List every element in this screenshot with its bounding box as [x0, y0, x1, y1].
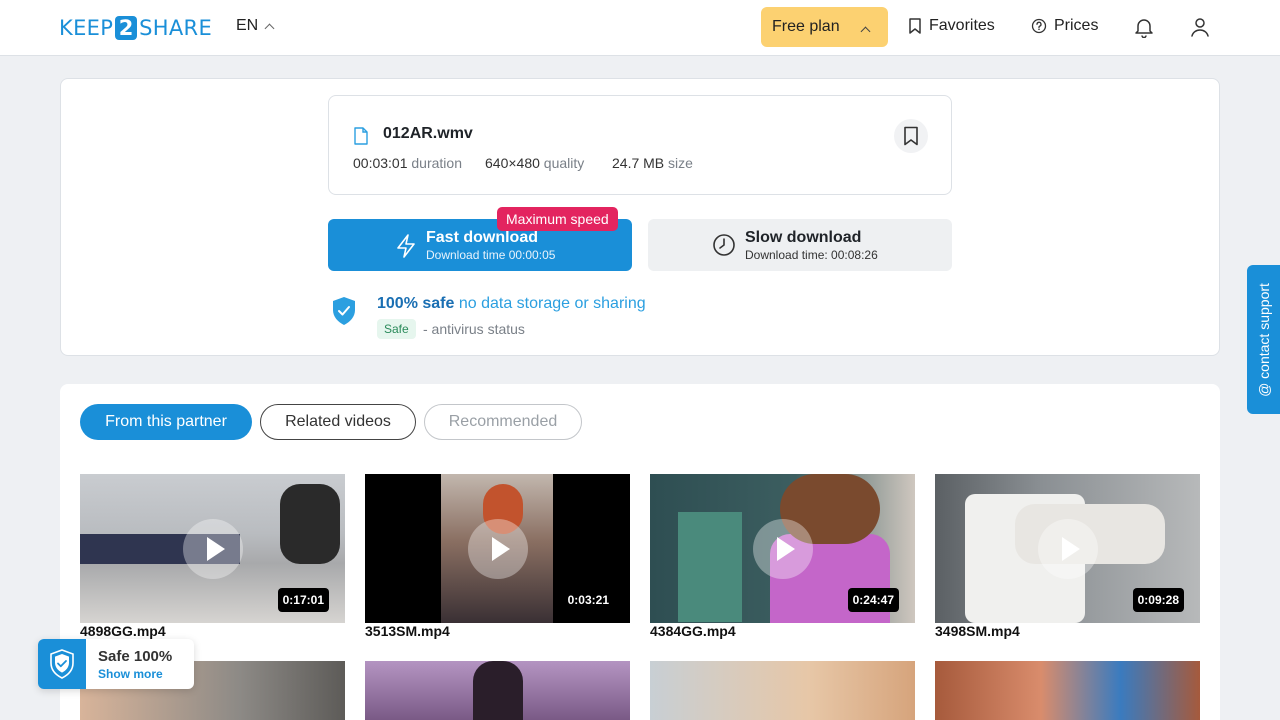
- video-thumbnail[interactable]: [935, 661, 1200, 720]
- video-title[interactable]: 3498SM.mp4: [935, 623, 1020, 639]
- video-thumbnail[interactable]: 0:09:28: [935, 474, 1200, 623]
- shield-check-icon: [50, 649, 74, 679]
- video-thumbnail[interactable]: 0:24:47: [650, 474, 915, 623]
- help-circle-icon: [1031, 18, 1047, 34]
- safe-widget[interactable]: Safe 100% Show more: [38, 639, 194, 689]
- video-thumbnail[interactable]: 0:03:21: [365, 474, 630, 623]
- lightning-icon: [397, 234, 415, 258]
- video-duration: 0:24:47: [847, 588, 899, 612]
- video-duration: 0:17:01: [277, 588, 329, 612]
- tab-from-this-partner[interactable]: From this partner: [80, 404, 252, 440]
- free-plan-button[interactable]: Free plan: [761, 7, 888, 47]
- video-title[interactable]: 4898GG.mp4: [80, 623, 166, 639]
- contact-support-button[interactable]: @ contact support: [1247, 265, 1280, 414]
- language-label: EN: [236, 17, 259, 34]
- video-title[interactable]: 3513SM.mp4: [365, 623, 450, 639]
- tab-recommended[interactable]: Recommended: [424, 404, 582, 440]
- slow-download-button[interactable]: Slow download Download time: 00:08:26: [648, 219, 952, 271]
- video-duration: 0:03:21: [562, 588, 614, 612]
- safe-message: 100% safe no data storage or sharing: [377, 295, 646, 312]
- chevron-up-icon: [264, 23, 275, 33]
- safe-status-badge: Safe: [377, 319, 416, 339]
- clock-icon: [713, 234, 735, 256]
- video-thumbnail[interactable]: [365, 661, 630, 720]
- file-info-card: [328, 95, 952, 195]
- bookmark-icon: [904, 126, 918, 146]
- play-icon: [183, 519, 243, 579]
- shield-icon-box: [38, 639, 86, 689]
- logo[interactable]: KEEP 2 SHARE: [59, 15, 212, 41]
- video-duration: 0:09:28: [1132, 588, 1184, 612]
- video-thumbnail[interactable]: [650, 661, 915, 720]
- file-duration: 00:03:01 duration: [353, 155, 462, 171]
- show-more-link[interactable]: Show more: [98, 667, 163, 681]
- play-icon: [753, 519, 813, 579]
- bookmark-button[interactable]: [894, 119, 928, 153]
- favorites-link[interactable]: Favorites: [908, 17, 995, 35]
- play-icon: [1038, 519, 1098, 579]
- file-size: 24.7 MB size: [612, 155, 693, 171]
- language-selector[interactable]: EN: [236, 17, 275, 35]
- maximum-speed-badge: Maximum speed: [497, 207, 618, 231]
- tab-related-videos[interactable]: Related videos: [260, 404, 416, 440]
- bell-icon[interactable]: [1133, 16, 1155, 38]
- file-icon: [354, 127, 368, 145]
- chevron-up-icon: [860, 26, 871, 37]
- file-name: 012AR.wmv: [383, 125, 473, 142]
- file-quality: 640×480 quality: [485, 155, 585, 171]
- bookmark-icon: [909, 18, 921, 34]
- safe-widget-title: Safe 100%: [98, 648, 173, 665]
- plan-label: Free plan: [772, 18, 840, 35]
- shield-check-icon: [333, 297, 355, 325]
- user-icon[interactable]: [1189, 16, 1211, 38]
- play-icon: [468, 519, 528, 579]
- prices-link[interactable]: Prices: [1031, 17, 1098, 35]
- video-thumbnail[interactable]: 0:17:01: [80, 474, 345, 623]
- top-header: KEEP 2 SHARE EN Free plan Favorites Prices: [0, 0, 1280, 56]
- antivirus-status: - antivirus status: [423, 321, 525, 337]
- video-title[interactable]: 4384GG.mp4: [650, 623, 736, 639]
